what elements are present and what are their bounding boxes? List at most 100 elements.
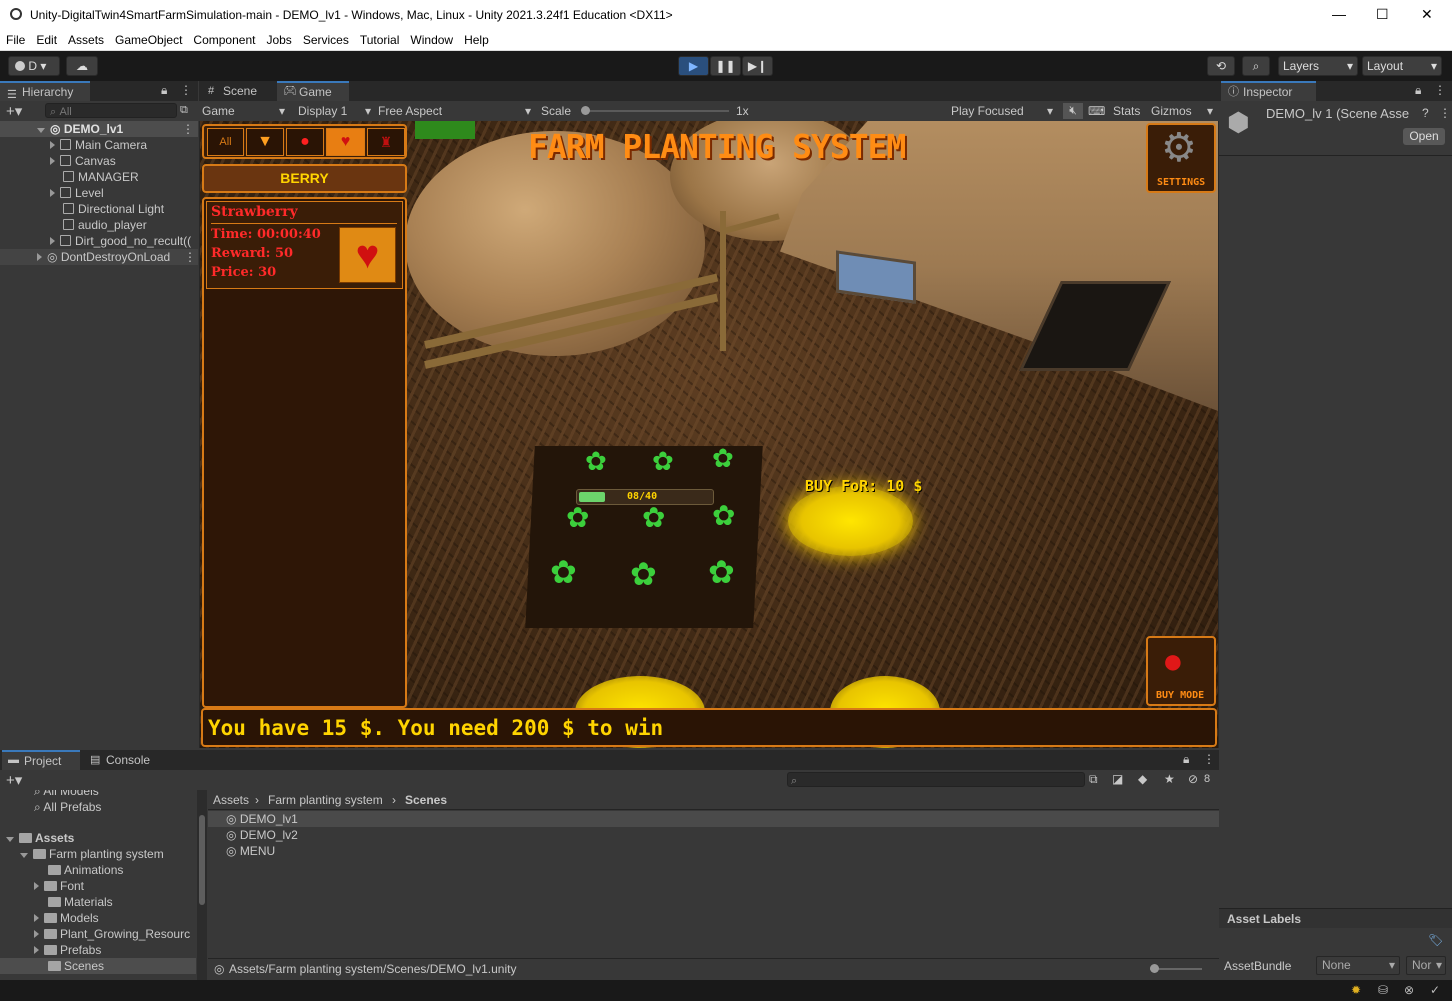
kebab-menu-icon[interactable]: ⋮ bbox=[1439, 106, 1451, 120]
minimize-button[interactable]: — bbox=[1332, 6, 1346, 22]
play-button[interactable]: ▶ bbox=[678, 56, 709, 76]
search-button[interactable]: ⌕ bbox=[1242, 56, 1270, 76]
tab-project[interactable]: ▬ Project bbox=[2, 750, 80, 770]
stats-button[interactable]: Stats bbox=[1113, 104, 1140, 118]
game-mode-dropdown[interactable]: Game ▾ bbox=[202, 103, 287, 119]
layout-dropdown[interactable]: Layout ▾ bbox=[1362, 56, 1442, 76]
add-icon[interactable]: +▾ bbox=[6, 102, 22, 120]
menu-jobs[interactable]: Jobs bbox=[260, 30, 296, 47]
layers-dropdown[interactable]: Layers ▾ bbox=[1278, 56, 1358, 76]
tree-scrollbar-thumb[interactable] bbox=[199, 815, 205, 905]
menu-component[interactable]: Component bbox=[187, 30, 260, 47]
hierarchy-item[interactable]: Canvas bbox=[0, 153, 198, 169]
hierarchy-item[interactable]: MANAGER bbox=[0, 169, 198, 185]
help-icon[interactable]: ? bbox=[1422, 106, 1429, 120]
tab-inspector[interactable]: ⓘ Inspector bbox=[1221, 81, 1316, 101]
tree-folder[interactable]: Materials bbox=[48, 894, 113, 910]
menu-services[interactable]: Services bbox=[297, 30, 354, 47]
favorite-star-icon[interactable]: ★ bbox=[1164, 772, 1175, 786]
filter-berry-button[interactable]: ♥ bbox=[326, 128, 365, 156]
menu-edit[interactable]: Edit bbox=[30, 30, 62, 47]
expand-icon[interactable] bbox=[34, 930, 39, 938]
filter-all-button[interactable]: All bbox=[207, 128, 244, 156]
maximize-button[interactable]: ☐ bbox=[1376, 6, 1389, 23]
hierarchy-item[interactable]: audio_player bbox=[0, 217, 198, 233]
pause-button[interactable]: ❚❚ bbox=[710, 56, 741, 76]
filter-vegetable-button[interactable]: ▼ bbox=[246, 128, 284, 156]
search-filter-icon[interactable]: ⧉ bbox=[180, 104, 188, 117]
tree-folder[interactable]: Font bbox=[34, 878, 84, 894]
kebab-menu-icon[interactable]: ⋮ bbox=[182, 249, 196, 265]
open-button[interactable]: Open bbox=[1403, 128, 1445, 145]
auto-generate-lighting-icon[interactable]: ⊗ bbox=[1404, 983, 1414, 997]
hierarchy-scene-row[interactable]: ◎ DEMO_lv1 ⋮ bbox=[0, 121, 198, 137]
tree-folder[interactable]: Farm planting system bbox=[20, 846, 164, 862]
expand-icon[interactable] bbox=[20, 853, 28, 858]
file-item-selected[interactable]: ◎ DEMO_lv1 bbox=[208, 811, 1219, 827]
mute-audio-icon[interactable]: 🔇︎ bbox=[1063, 103, 1083, 119]
menu-window[interactable]: Window bbox=[404, 30, 458, 47]
file-item[interactable]: ◎ DEMO_lv2 bbox=[226, 827, 298, 843]
play-focused-dropdown[interactable]: Play Focused ▾ bbox=[951, 103, 1055, 119]
expand-icon[interactable] bbox=[37, 253, 42, 261]
menu-assets[interactable]: Assets bbox=[62, 30, 109, 47]
favorite-item[interactable]: ⌕ All Models bbox=[34, 790, 99, 799]
tree-folder[interactable]: Models bbox=[34, 910, 99, 926]
breadcrumb-item[interactable]: Assets bbox=[213, 793, 249, 807]
tree-folder[interactable]: Plant_Growing_Resourc bbox=[34, 926, 190, 942]
lock-icon[interactable]: 🔒︎ bbox=[1183, 752, 1189, 767]
menu-help[interactable]: Help bbox=[458, 30, 494, 47]
lock-icon[interactable]: 🔒︎ bbox=[1415, 83, 1421, 98]
tab-hierarchy[interactable]: ☰ Hierarchy bbox=[0, 81, 90, 101]
label-filter-icon[interactable]: ◆ bbox=[1138, 772, 1147, 786]
menu-file[interactable]: File bbox=[0, 30, 30, 47]
hierarchy-search-input[interactable]: ⌕ All bbox=[45, 103, 177, 118]
close-button[interactable]: ✕ bbox=[1421, 6, 1433, 23]
icon-size-slider-handle[interactable] bbox=[1150, 964, 1159, 973]
scale-slider-handle[interactable] bbox=[581, 106, 590, 115]
tree-folder-selected[interactable]: Scenes bbox=[0, 958, 196, 974]
settings-button[interactable]: ⚙ SETTINGS bbox=[1146, 123, 1216, 193]
shop-item-strawberry[interactable]: Strawberry Time: 00:00:40 Reward: 50 Pri… bbox=[206, 201, 403, 289]
bug-icon[interactable]: ✹ bbox=[1351, 983, 1361, 997]
lock-icon[interactable]: 🔒︎ bbox=[161, 83, 167, 98]
tab-console[interactable]: ▤ Console bbox=[84, 750, 164, 770]
expand-icon[interactable] bbox=[37, 128, 45, 133]
tab-scene[interactable]: # Scene bbox=[201, 81, 275, 101]
asset-variant-dropdown[interactable]: Nor ▾ bbox=[1406, 956, 1446, 975]
kebab-menu-icon[interactable]: ⋮ bbox=[1203, 752, 1215, 766]
status-check-icon[interactable]: ✓ bbox=[1430, 983, 1440, 997]
tag-icon[interactable]: 🏷︎ bbox=[1428, 933, 1443, 947]
expand-icon[interactable] bbox=[50, 189, 55, 197]
hidden-packages-icon[interactable]: ⊘ bbox=[1188, 772, 1198, 786]
display-dropdown[interactable]: Display 1 ▾ bbox=[298, 103, 373, 119]
hierarchy-ddol-row[interactable]: ◎ DontDestroyOnLoad ⋮ bbox=[0, 249, 198, 265]
filter-remove-button[interactable]: ♜ bbox=[367, 128, 405, 156]
filter-type-icon[interactable]: ◪ bbox=[1112, 772, 1123, 786]
kebab-menu-icon[interactable]: ⋮ bbox=[1434, 83, 1446, 97]
history-button[interactable]: ⟲ bbox=[1207, 56, 1235, 76]
asset-bundle-dropdown[interactable]: None ▾ bbox=[1316, 956, 1400, 975]
filter-fruit-button[interactable]: ● bbox=[286, 128, 324, 156]
hierarchy-item[interactable]: Main Camera bbox=[0, 137, 198, 153]
menu-gameobject[interactable]: GameObject bbox=[109, 30, 187, 47]
aspect-dropdown[interactable]: Free Aspect ▾ bbox=[378, 103, 533, 119]
expand-icon[interactable] bbox=[50, 141, 55, 149]
search-type-icon[interactable]: ⧉ bbox=[1089, 772, 1098, 787]
account-dropdown[interactable]: D ▾ bbox=[8, 56, 60, 76]
expand-icon[interactable] bbox=[34, 914, 39, 922]
keyboard-icon[interactable]: ⌨ bbox=[1088, 104, 1105, 118]
hierarchy-item[interactable]: Directional Light bbox=[0, 201, 198, 217]
buy-plot-pad[interactable] bbox=[788, 486, 913, 556]
game-viewport[interactable]: 08/40 ✿ ✿ ✿ ✿ ✿ ✿ ✿ ✿ ✿ BUY FoR: 10 $ FA… bbox=[200, 121, 1218, 748]
menu-tutorial[interactable]: Tutorial bbox=[354, 30, 405, 47]
gizmos-dropdown[interactable]: Gizmos ▾ bbox=[1151, 103, 1215, 119]
kebab-menu-icon[interactable]: ⋮ bbox=[180, 83, 192, 97]
assets-root[interactable]: Assets bbox=[6, 830, 74, 846]
hierarchy-item[interactable]: Dirt_good_no_recult(( bbox=[0, 233, 198, 249]
scale-slider[interactable] bbox=[581, 106, 729, 115]
expand-icon[interactable] bbox=[34, 882, 39, 890]
breadcrumb-item[interactable]: Farm planting system bbox=[268, 793, 383, 807]
file-item[interactable]: ◎ MENU bbox=[226, 843, 275, 859]
icon-size-slider[interactable] bbox=[1150, 964, 1202, 973]
